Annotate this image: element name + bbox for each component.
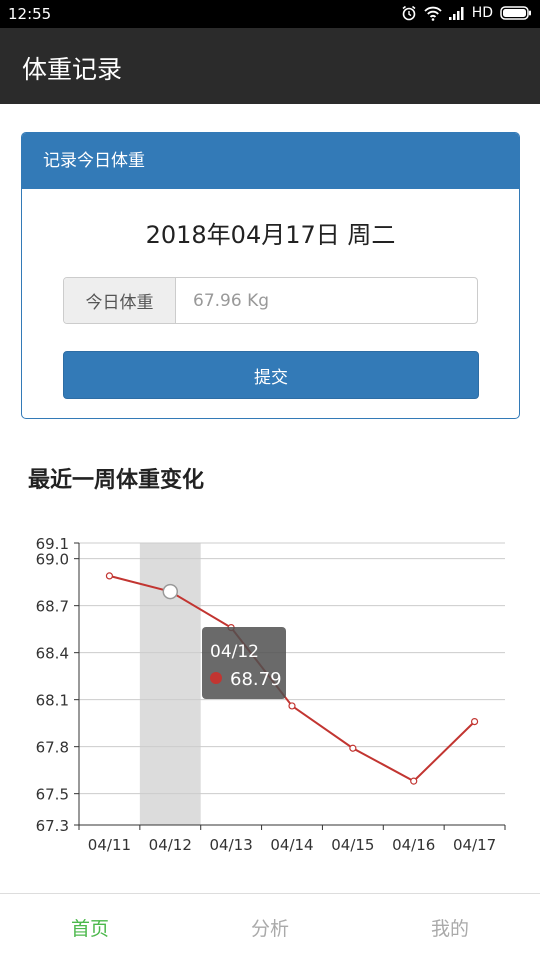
x-tick-label: 04/17 [453,836,496,854]
status-bar: 12:55 HD [0,0,540,28]
data-point[interactable] [105,572,114,580]
app-bar: 体重记录 [0,28,540,104]
y-tick-label: 69.0 [36,551,69,569]
weight-input-group: 今日体重 [63,277,478,324]
x-tick-label: 04/12 [149,836,192,854]
x-tick-label: 04/14 [270,836,313,854]
weight-line-chart[interactable]: 69.169.068.768.468.167.867.567.304/11 04/… [0,520,540,860]
weight-label: 今日体重 [64,278,176,323]
y-tick-label: 68.1 [36,692,69,710]
tooltip-value: 68.79 [230,669,282,690]
data-point[interactable] [288,702,296,710]
submit-button[interactable]: 提交 [63,351,479,399]
network-type: HD [471,5,493,21]
current-date: 2018年04月17日 周二 [145,221,396,249]
battery-icon [500,6,531,20]
nav-item-1[interactable]: 分析 [180,894,360,961]
tooltip-series-dot [210,672,222,684]
page-title: 体重记录 [22,55,123,84]
nav-item-0[interactable]: 首页 [0,894,180,961]
chart-section-title: 最近一周体重变化 [28,468,205,493]
bottom-nav: 首页 分析 我的 [0,893,540,961]
x-tick-label: 04/15 [331,836,374,854]
tooltip-label: 04/12 [210,642,259,662]
data-point[interactable] [410,777,418,785]
x-tick-label: 04/16 [392,836,435,854]
y-tick-label: 68.7 [36,598,69,616]
y-tick-label: 67.3 [36,817,69,835]
status-icons: HD [401,5,532,21]
signal-icon [448,6,464,20]
wifi-icon [424,6,442,21]
record-weight-panel: 记录今日体重 2018年04月17日 周二 今日体重 提交 [21,132,520,419]
nav-item-2[interactable]: 我的 [360,894,540,961]
alarm-icon [402,5,416,21]
y-tick-label: 67.5 [36,786,69,804]
y-tick-label: 67.8 [36,739,69,757]
data-point[interactable] [349,744,357,752]
status-time: 12:55 [8,5,52,23]
weight-input[interactable] [176,278,477,323]
panel-header: 记录今日体重 [22,133,519,189]
data-point[interactable] [162,583,179,600]
data-point[interactable] [470,717,479,726]
y-tick-label: 68.4 [36,645,69,663]
x-tick-label: 04/11 [88,836,131,854]
x-tick-label: 04/13 [210,836,253,854]
